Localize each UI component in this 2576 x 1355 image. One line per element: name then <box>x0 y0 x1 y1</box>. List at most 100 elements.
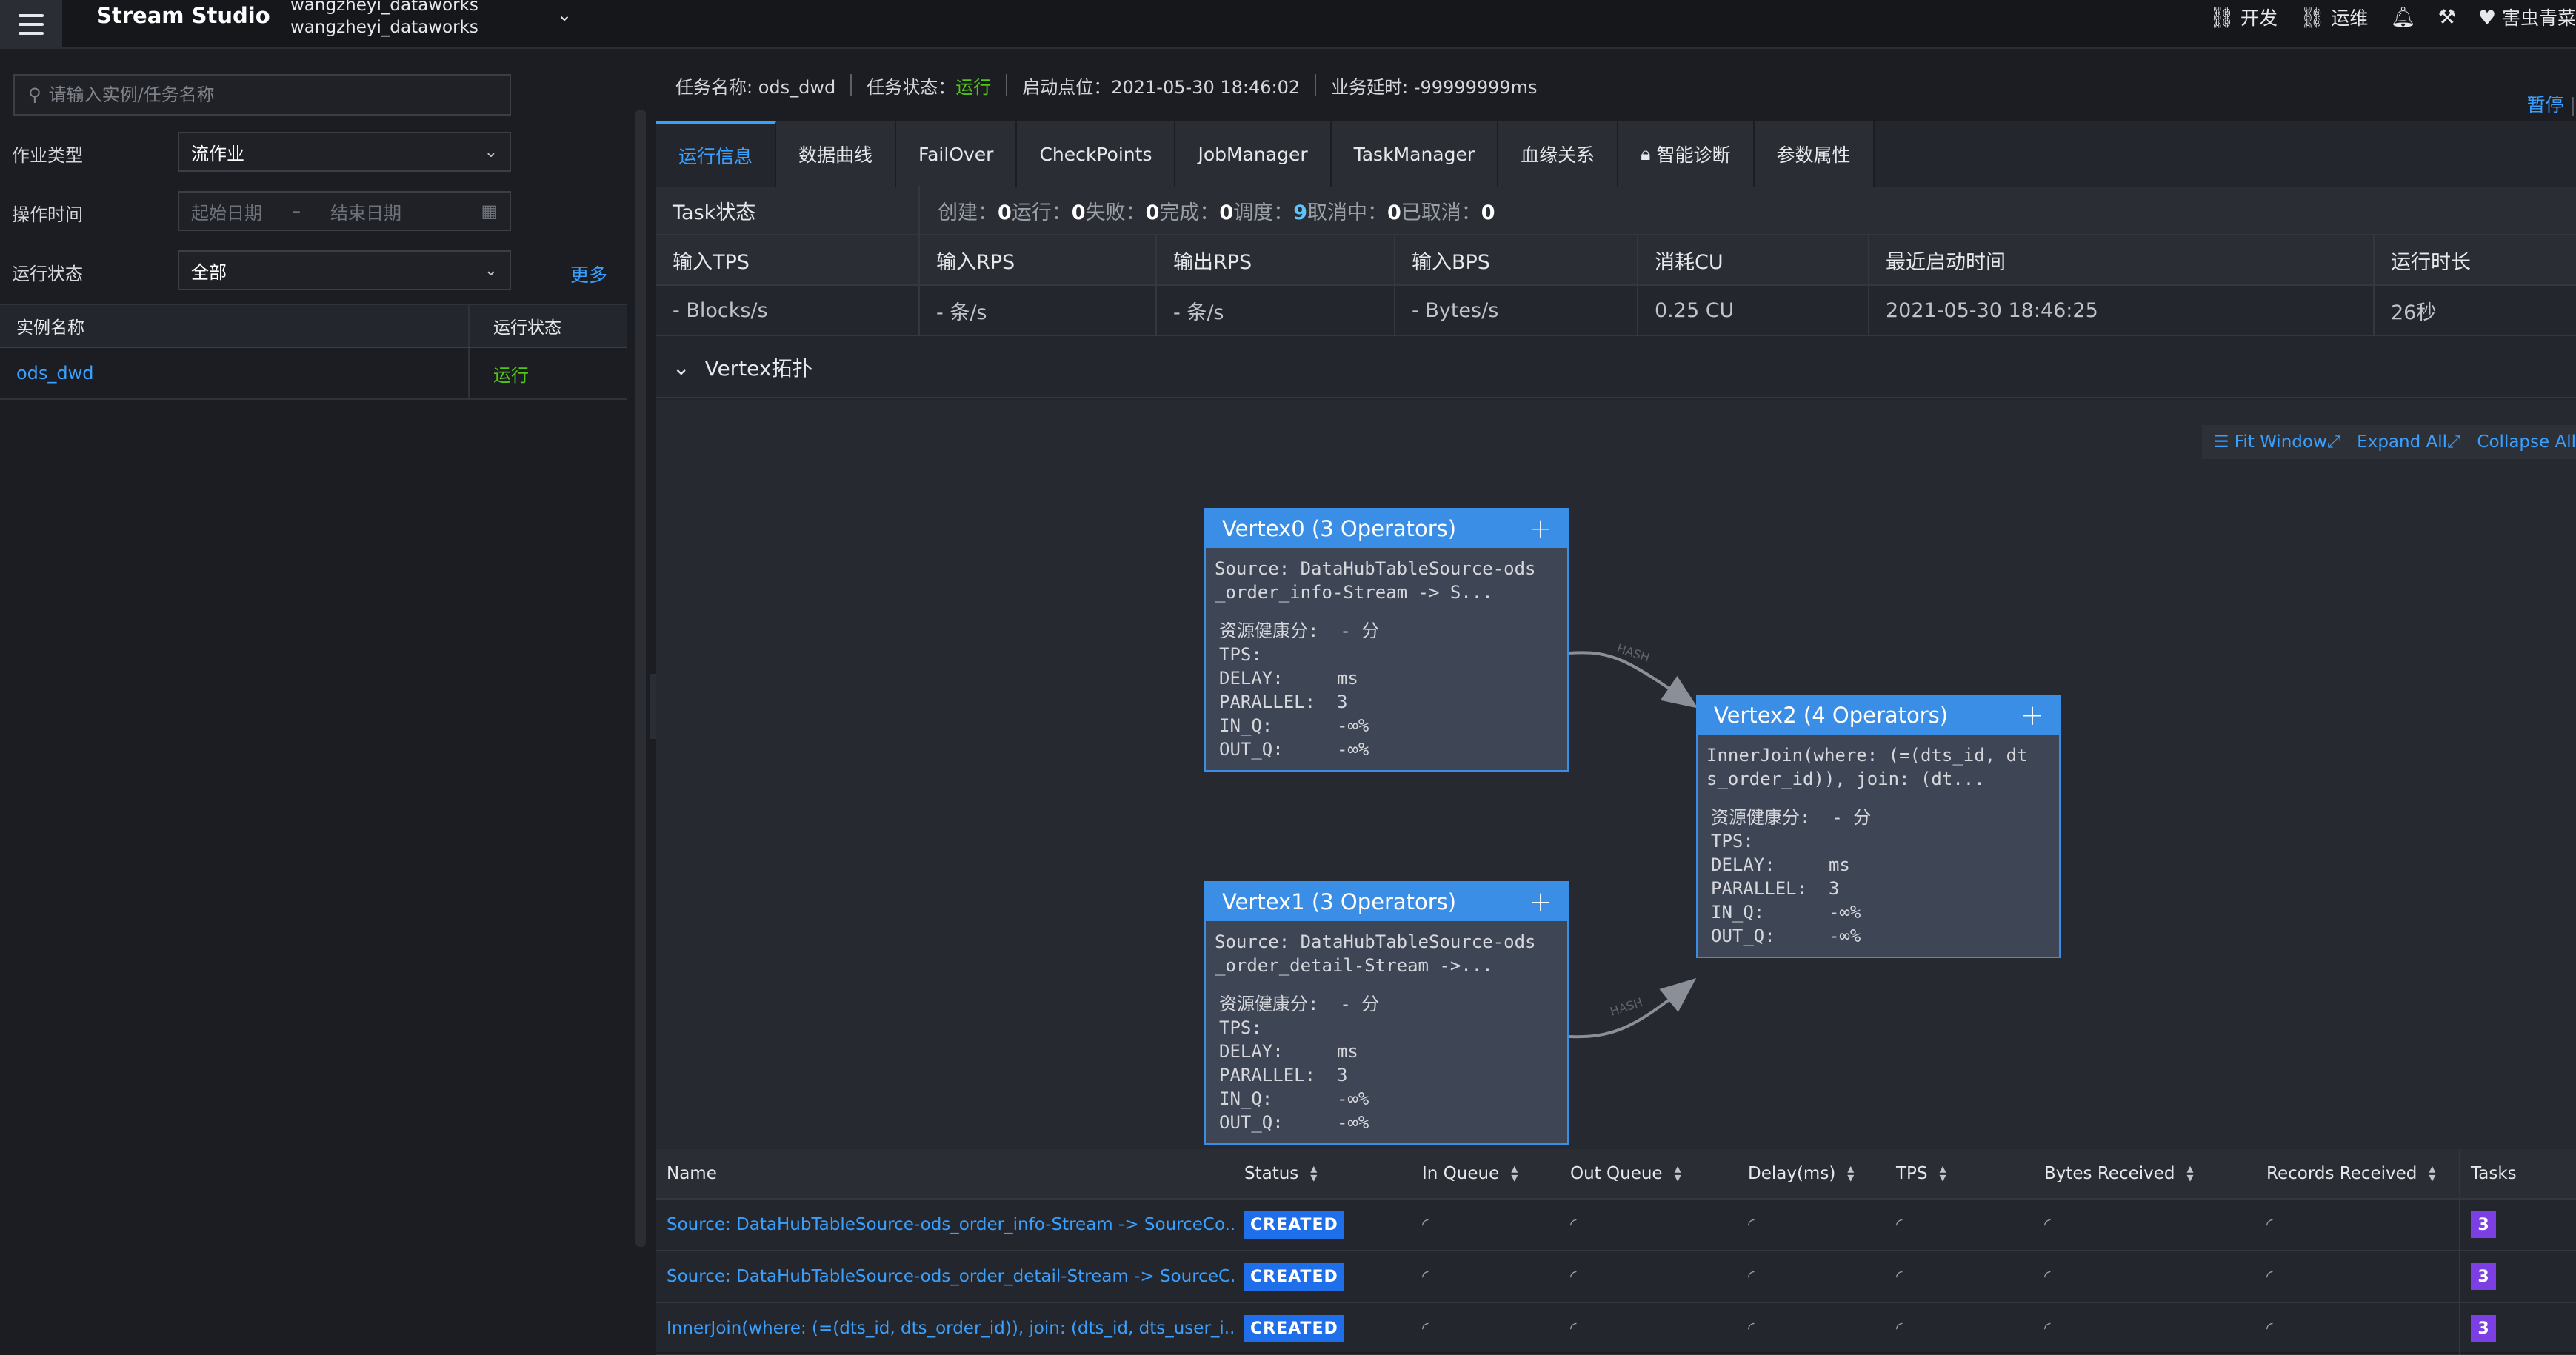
tab-checkpoints[interactable]: CheckPoints <box>1017 121 1176 187</box>
loading-icon: ◜ <box>1570 1267 1577 1286</box>
task-name: 任务名称: ods_dwd <box>675 76 836 98</box>
tab-failover[interactable]: FailOver <box>896 121 1018 187</box>
tab-diagnosis[interactable]: 🔒︎ 智能诊断 <box>1618 121 1755 187</box>
table-header: 实例名称 运行状态 <box>0 304 627 348</box>
loading-icon: ◜ <box>1748 1215 1755 1234</box>
loading-icon: ◜ <box>1422 1319 1429 1338</box>
link-icon: ⛓ <box>2300 7 2326 30</box>
tab-taskmanager[interactable]: TaskManager <box>1331 121 1499 187</box>
task-biz-delay: 业务延时: -99999999ms <box>1331 76 1538 98</box>
vertex-header: Vertex0 (3 Operators) + <box>1206 509 1567 548</box>
task-info-bar: 任务名称: ods_dwd 任务状态： 运行 启动点位：2021-05-30 1… <box>656 49 2576 121</box>
vertex-node[interactable]: Vertex2 (4 Operators) + InnerJoin(where:… <box>1696 695 2061 958</box>
job-type-select[interactable]: 流作业 ⌄ <box>178 132 511 172</box>
more-filters-link[interactable]: 更多 <box>570 261 607 287</box>
account-switcher[interactable]: wangzheyi_dataworks wangzheyi_dataworks <box>290 0 478 39</box>
expand-plus-icon[interactable]: + <box>1529 512 1552 545</box>
calendar-icon: ▦ <box>481 201 498 221</box>
loading-icon: ◜ <box>2266 1267 2273 1286</box>
loading-icon: ◜ <box>1748 1267 1755 1286</box>
sort-bytes-received[interactable]: Bytes Received ▴ ▾ <box>2034 1149 2256 1198</box>
sort-records-received[interactable]: Records Received ▴ ▾ <box>2256 1149 2459 1198</box>
nav-ops[interactable]: ⛓ 运维 <box>2300 4 2368 30</box>
date-range-picker[interactable]: 起始日期 – 结束日期 ▦ <box>178 191 511 231</box>
table-header: Name Status ▴ ▾ In Queue ▴ ▾ Out Queue ▴ ▾ Del… <box>656 1149 2576 1200</box>
sort-out-queue[interactable]: Out Queue ▴ ▾ <box>1560 1149 1738 1198</box>
start-date[interactable]: 起始日期 <box>191 198 262 224</box>
task-start-point: 启动点位：2021-05-30 18:46:02 <box>1022 76 1301 98</box>
vertex-node[interactable]: Vertex1 (3 Operators) + Source: DataHubT… <box>1204 881 1569 1145</box>
chevron-down-icon: ⌄ <box>484 261 498 280</box>
nav-dev[interactable]: ⛓ 开发 <box>2209 4 2278 30</box>
task-count-badge[interactable]: 3 <box>2471 1211 2496 1238</box>
task-state-values: 创建：0运行：0失败：0完成：0调度：9取消中：0已取消：0 <box>938 201 1495 224</box>
chevron-down-icon: ⌄ <box>484 142 498 161</box>
operator-name-link[interactable]: Source: DataHubTableSource-ods_order_det… <box>656 1251 1234 1302</box>
sort-delay[interactable]: Delay(ms) ▴ ▾ <box>1738 1149 1886 1198</box>
chevron-down-icon: ⌄ <box>673 355 690 380</box>
tab-lineage[interactable]: 血缘关系 <box>1498 121 1619 187</box>
table-row[interactable]: InnerJoin(where: (=(dts_id, dts_order_id… <box>656 1303 2576 1355</box>
status-badge: CREATED <box>1244 1314 1344 1342</box>
vertex-desc: InnerJoin(where: (=(dts_id, dt s_order_id… <box>1706 745 2028 789</box>
app-brand: Stream Studio <box>96 3 270 28</box>
loading-icon: ◜ <box>1422 1267 1429 1286</box>
task-status-value: 运行 <box>955 76 992 98</box>
scrollbar[interactable] <box>635 110 646 1247</box>
instance-search[interactable]: ⚲ <box>13 74 511 116</box>
edge-v0-v2 <box>1568 651 1698 709</box>
end-date[interactable]: 结束日期 <box>330 198 401 224</box>
sort-icon: ▴ ▾ <box>2186 1161 2194 1185</box>
table-row[interactable]: ods_dwd 运行 <box>0 348 627 400</box>
sort-icon: ▴ ▾ <box>1511 1161 1518 1185</box>
status-badge: CREATED <box>1244 1262 1344 1291</box>
vertex-graph[interactable]: ☰ Fit Window⤢ Expand All⤢ Collapse All H… <box>656 400 2576 1213</box>
operator-name-link[interactable]: InnerJoin(where: (=(dts_id, dts_order_id… <box>656 1303 1234 1354</box>
task-status-label: 任务状态： <box>867 76 956 98</box>
task-count-badge[interactable]: 3 <box>2471 1315 2496 1342</box>
loading-icon: ◜ <box>2044 1267 2051 1286</box>
menu-icon[interactable] <box>0 0 62 49</box>
bell-icon[interactable]: 🔔︎ <box>2390 5 2415 29</box>
chevron-down-icon[interactable]: ⌄ <box>557 4 572 25</box>
loading-icon: ◜ <box>1570 1215 1577 1234</box>
graph-edges: HASH HASH <box>1568 641 1698 1039</box>
sort-icon: ▴ ▾ <box>1674 1161 1681 1185</box>
loading-icon: ◜ <box>1896 1267 1903 1286</box>
expand-plus-icon[interactable]: + <box>2021 699 2044 732</box>
sort-icon: ▴ ▾ <box>1310 1161 1318 1185</box>
tab-run-info[interactable]: 运行信息 <box>656 121 777 187</box>
table-row[interactable]: Source: DataHubTableSource-ods_order_det… <box>656 1251 2576 1303</box>
vertex-section-toggle[interactable]: ⌄ Vertex拓扑 <box>656 338 2576 398</box>
op-time-label: 操作时间 <box>12 204 83 225</box>
metrics-header-row: 输入TPS 输入RPS 输出RPS 输入BPS 消耗CU 最近启动时间 运行时长 <box>656 235 2576 286</box>
table-row[interactable]: Source: DataHubTableSource-ods_order_inf… <box>656 1200 2576 1251</box>
status-badge: CREATED <box>1244 1211 1344 1239</box>
loading-icon: ◜ <box>1896 1215 1903 1234</box>
vertex-node[interactable]: Vertex0 (3 Operators) + Source: DataHubT… <box>1204 508 1569 772</box>
pause-button[interactable]: 暂停 | <box>2527 90 2576 117</box>
sort-status[interactable]: Status ▴ ▾ <box>1234 1149 1412 1198</box>
loading-icon: ◜ <box>2266 1319 2273 1338</box>
sort-tps[interactable]: TPS ▴ ▾ <box>1886 1149 2034 1198</box>
detail-tabs: 运行信息 数据曲线 FailOver CheckPoints JobManage… <box>656 121 1875 187</box>
vertex-header: Vertex2 (4 Operators) + <box>1698 696 2059 735</box>
user-menu[interactable]: ♥ 害虫青菜 <box>2478 4 2576 30</box>
task-count-badge[interactable]: 3 <box>2471 1263 2496 1290</box>
tools-icon[interactable]: ⚒ <box>2438 6 2456 29</box>
search-input[interactable] <box>48 84 493 105</box>
operator-name-link[interactable]: Source: DataHubTableSource-ods_order_inf… <box>656 1200 1234 1250</box>
sort-in-queue[interactable]: In Queue ▴ ▾ <box>1412 1149 1560 1198</box>
sort-icon: ▴ ▾ <box>1847 1161 1855 1185</box>
instance-table: 实例名称 运行状态 ods_dwd 运行 <box>0 304 627 400</box>
expand-plus-icon[interactable]: + <box>1529 886 1552 918</box>
tab-jobmanager[interactable]: JobManager <box>1175 121 1332 187</box>
run-state-select[interactable]: 全部 ⌄ <box>178 250 511 290</box>
loading-icon: ◜ <box>1422 1215 1429 1234</box>
tab-data-curve[interactable]: 数据曲线 <box>776 121 897 187</box>
instance-name-link[interactable]: ods_dwd <box>0 348 470 398</box>
sort-icon: ▴ ▾ <box>1939 1161 1946 1185</box>
tab-params[interactable]: 参数属性 <box>1754 121 1875 187</box>
operator-table: Name Status ▴ ▾ In Queue ▴ ▾ Out Queue ▴ ▾ Del… <box>656 1149 2576 1355</box>
main-content: 任务名称: ods_dwd 任务状态： 运行 启动点位：2021-05-30 1… <box>656 49 2576 1355</box>
